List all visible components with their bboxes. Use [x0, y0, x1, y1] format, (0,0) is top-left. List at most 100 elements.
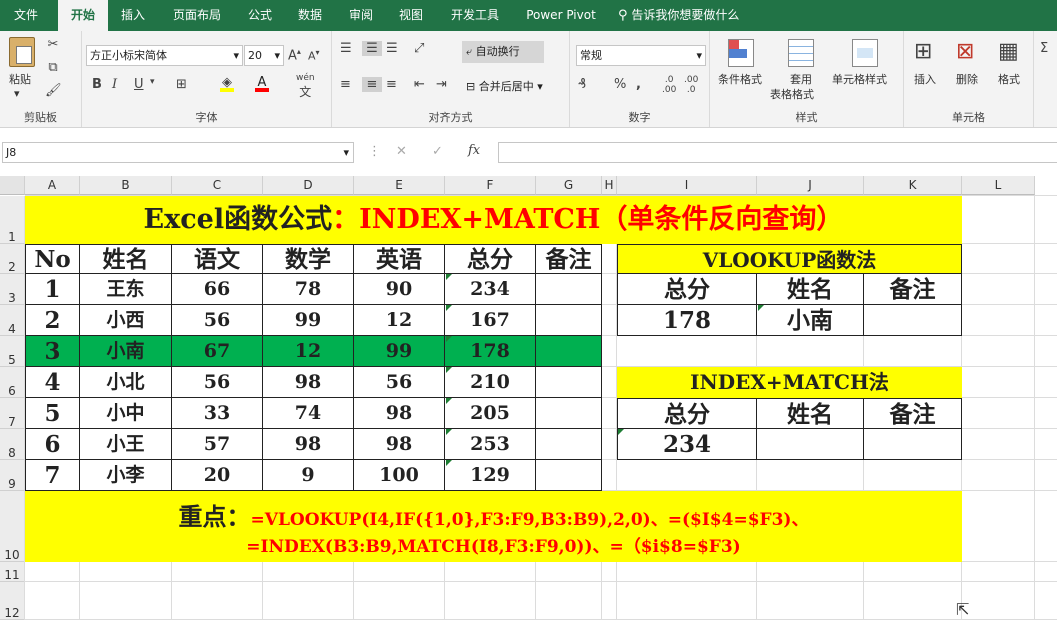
row-header-12[interactable]: 12 [0, 582, 25, 620]
vlookup-header[interactable]: 姓名 [757, 274, 864, 305]
table-cell[interactable]: 98 [354, 398, 445, 429]
column-header-f[interactable]: F [445, 176, 536, 195]
column-header-h[interactable]: H [602, 176, 617, 195]
table-cell[interactable]: 3 [25, 336, 80, 367]
insert-cells-button[interactable]: 插入 [914, 71, 936, 87]
format-cells-button[interactable]: 格式 [998, 71, 1020, 87]
vlookup-value[interactable] [864, 305, 962, 336]
table-cell[interactable] [536, 274, 602, 305]
tab-power-pivot[interactable]: Power Pivot [518, 0, 604, 31]
select-all-corner[interactable] [0, 176, 25, 195]
table-cell[interactable]: 74 [263, 398, 354, 429]
table-header[interactable]: 总分 [445, 244, 536, 274]
increase-decimal-icon[interactable]: .0.00 [662, 75, 676, 95]
table-cell[interactable]: 253 [445, 429, 536, 460]
currency-icon[interactable]: ₰ [578, 77, 586, 92]
align-bottom-icon[interactable]: ☰ [386, 41, 398, 56]
tab-developer[interactable]: 开发工具 [442, 0, 508, 31]
increase-font-icon[interactable]: A▴ [288, 47, 301, 63]
column-header-l[interactable]: L [962, 176, 1035, 195]
merge-center-button[interactable]: ⊟ 合并后居中 ▾ [462, 76, 566, 98]
column-header-a[interactable]: A [25, 176, 80, 195]
table-cell[interactable]: 33 [172, 398, 263, 429]
table-cell[interactable]: 56 [172, 305, 263, 336]
align-left-icon[interactable]: ≡ [340, 77, 351, 92]
table-cell[interactable]: 王东 [80, 274, 172, 305]
table-cell[interactable]: 90 [354, 274, 445, 305]
table-cell[interactable]: 178 [445, 336, 536, 367]
table-cell[interactable]: 56 [354, 367, 445, 398]
decrease-indent-icon[interactable]: ⇤ [414, 77, 425, 92]
index-match-header[interactable]: 备注 [864, 398, 962, 429]
table-cell[interactable]: 小北 [80, 367, 172, 398]
format-table-line1[interactable]: 套用 [790, 71, 812, 87]
tell-me-search[interactable]: ⚲ 告诉我你想要做什么 [618, 0, 768, 31]
number-format-select[interactable]: 常规 ▾ [576, 45, 706, 66]
index-match-value[interactable]: 234 [617, 429, 757, 460]
row-header-4[interactable]: 4 [0, 305, 25, 336]
tab-data[interactable]: 数据 [290, 0, 330, 31]
index-match-title[interactable]: INDEX+MATCH法 [617, 367, 962, 398]
column-header-g[interactable]: G [536, 176, 602, 195]
cut-icon[interactable]: ✂ [45, 37, 61, 52]
table-cell[interactable]: 205 [445, 398, 536, 429]
column-header-c[interactable]: C [172, 176, 263, 195]
row-header-5[interactable]: 5 [0, 336, 25, 367]
table-cell[interactable] [536, 336, 602, 367]
phonetic-icon[interactable]: wén 文 [296, 73, 315, 100]
table-cell[interactable]: 7 [25, 460, 80, 491]
row-header-11[interactable]: 11 [0, 562, 25, 582]
orientation-icon[interactable]: ⤢ [414, 41, 424, 56]
table-cell[interactable]: 9 [263, 460, 354, 491]
table-cell[interactable]: 99 [354, 336, 445, 367]
percent-icon[interactable]: % [614, 77, 626, 92]
vlookup-value[interactable]: 小南 [757, 305, 864, 336]
key-formulas-cell[interactable]: 重点：=VLOOKUP(I4,IF({1,0},F3:F9,B3:B9),2,0… [25, 491, 962, 562]
wrap-text-button[interactable]: ⤶ 自动换行 [462, 41, 544, 63]
table-cell[interactable]: 210 [445, 367, 536, 398]
table-cell[interactable]: 99 [263, 305, 354, 336]
cell-styles-button[interactable]: 单元格样式 [832, 71, 887, 87]
table-header[interactable]: 英语 [354, 244, 445, 274]
table-cell[interactable]: 小西 [80, 305, 172, 336]
index-match-value[interactable] [864, 429, 962, 460]
table-cell[interactable]: 129 [445, 460, 536, 491]
table-cell[interactable]: 小南 [80, 336, 172, 367]
table-cell[interactable]: 小王 [80, 429, 172, 460]
table-cell[interactable]: 4 [25, 367, 80, 398]
format-table-button[interactable]: 表格格式 [770, 86, 814, 102]
table-cell[interactable] [536, 398, 602, 429]
tab-home[interactable]: 开始 [58, 0, 108, 31]
font-size-select[interactable]: 20 ▾ [244, 45, 284, 66]
vlookup-value[interactable]: 178 [617, 305, 757, 336]
table-cell[interactable]: 小李 [80, 460, 172, 491]
align-top-icon[interactable]: ☰ [340, 41, 352, 56]
table-cell[interactable]: 6 [25, 429, 80, 460]
align-center-icon[interactable]: ≡ [362, 77, 382, 92]
underline-icon[interactable]: U [134, 77, 144, 92]
table-cell[interactable]: 98 [263, 429, 354, 460]
align-right-icon[interactable]: ≡ [386, 77, 397, 92]
delete-cells-button[interactable]: 删除 [956, 71, 978, 87]
copy-icon[interactable]: ⧉ [45, 60, 61, 75]
decrease-font-icon[interactable]: A▾ [308, 48, 320, 63]
tab-view[interactable]: 视图 [391, 0, 431, 31]
table-cell[interactable]: 98 [354, 429, 445, 460]
column-header-i[interactable]: I [617, 176, 757, 195]
table-cell[interactable]: 12 [354, 305, 445, 336]
conditional-format-button[interactable]: 条件格式 [718, 71, 762, 87]
table-cell[interactable] [536, 460, 602, 491]
table-cell[interactable]: 78 [263, 274, 354, 305]
insert-function-icon[interactable]: fx [468, 143, 480, 158]
row-header-3[interactable]: 3 [0, 274, 25, 305]
font-color-icon[interactable]: A [255, 75, 269, 92]
table-cell[interactable]: 66 [172, 274, 263, 305]
table-cell[interactable] [536, 305, 602, 336]
fill-color-icon[interactable]: ◈ [220, 75, 234, 92]
index-match-value[interactable] [757, 429, 864, 460]
comma-icon[interactable]: , [636, 77, 641, 92]
tab-insert[interactable]: 插入 [112, 0, 154, 31]
table-header[interactable]: 数学 [263, 244, 354, 274]
table-header[interactable]: No [25, 244, 80, 274]
format-painter-icon[interactable]: 🖌 [45, 83, 62, 98]
